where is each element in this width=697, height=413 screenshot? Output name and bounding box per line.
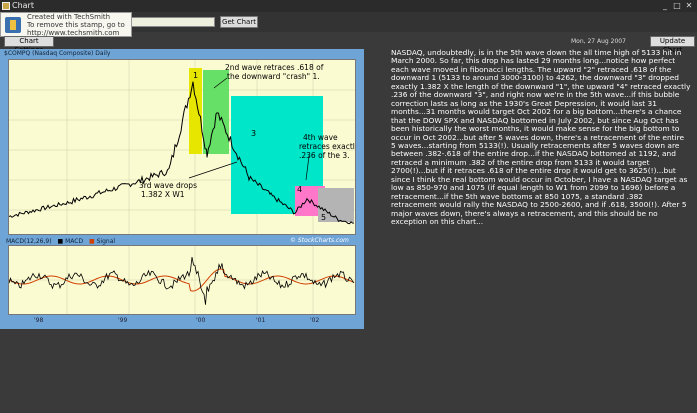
price-plot: 1 3 4 5 2nd wave retraces .618 of the do…: [8, 59, 360, 235]
close-icon[interactable]: ✕: [684, 1, 694, 10]
price-chart-svg: 1 3 4 5 2nd wave retraces .618 of the do…: [8, 60, 360, 234]
date-text: Mon, 27 Aug 2007: [571, 38, 626, 45]
wave-3-label: 3: [251, 129, 256, 138]
wave-1-label: 1: [193, 71, 198, 80]
indicator-label: MACD(12,26,9): [6, 238, 52, 245]
watermark-line-1: Created with TechSmith: [27, 13, 111, 21]
x-tick-1: '98: [34, 317, 44, 324]
wave-2-box: [203, 70, 229, 154]
x-tick-2: '99: [118, 317, 128, 324]
wave-4-label: 4: [297, 185, 302, 194]
wave4-note-1: 4th wave: [303, 133, 338, 142]
wave-5-label: 5: [321, 213, 326, 222]
wave2-note-2: the downward "crash" 1.: [227, 72, 320, 81]
wave4-note-3: .236 of the 3.: [299, 151, 350, 160]
macd-plot: [8, 245, 356, 315]
watermark-stamp: Created with TechSmith To remove this st…: [0, 12, 132, 37]
indicator-header: MACD(12,26,9) ■ MACD ■ Signal: [6, 238, 116, 245]
x-tick-4: '01: [256, 317, 266, 324]
title-bar: Chart _ □ ✕: [0, 0, 697, 12]
window-title: Chart: [12, 1, 34, 10]
maximize-icon[interactable]: □: [672, 1, 682, 10]
wave-1-box: [189, 68, 202, 154]
chart-settings-button[interactable]: Chart Settings: [4, 36, 54, 54]
update-chart-button[interactable]: Update Chart: [650, 36, 695, 54]
minimize-icon[interactable]: _: [660, 1, 670, 10]
wave3-arrow: [188, 161, 238, 179]
get-chart-button[interactable]: Get Chart: [220, 16, 258, 28]
wave2-note-1: 2nd wave retraces .618 of: [225, 63, 324, 72]
chart-header: $COMPQ (Nasdaq Composite) Daily: [4, 50, 111, 57]
x-tick-3: '00: [196, 317, 206, 324]
wave3-note-2: 1.382 X W1: [141, 190, 185, 199]
techsmith-logo-icon: [5, 17, 21, 33]
macd-legend: MACD: [65, 238, 84, 245]
watermark-line-2: To remove this stamp, go to: [27, 21, 125, 29]
wave3-note-1: 3rd wave drops: [139, 181, 197, 190]
wave4-note-2: retraces exactly: [299, 142, 355, 151]
x-tick-5: '02: [310, 317, 320, 324]
copyright-text: © StockCharts.com: [290, 237, 349, 244]
macd-chart-svg: [8, 246, 355, 314]
app-icon: [2, 2, 10, 10]
signal-legend: Signal: [96, 238, 116, 245]
article-text: NASDAQ, undoubtedly, is in the 5th wave …: [391, 48, 691, 227]
